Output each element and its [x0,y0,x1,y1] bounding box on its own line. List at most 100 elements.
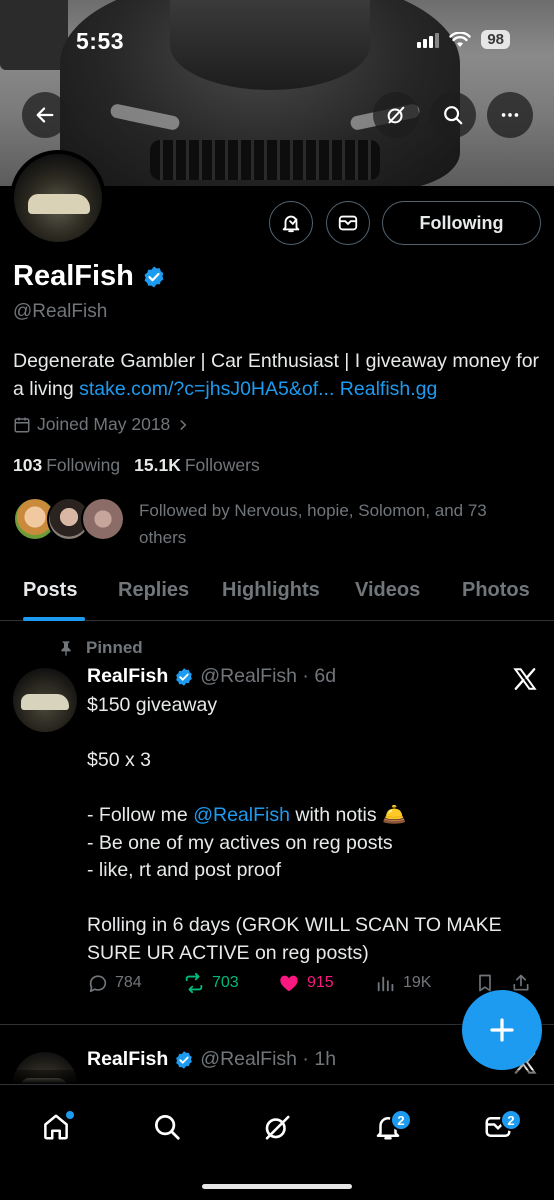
profile-name: RealFish [13,260,166,293]
tweet-mention[interactable]: @RealFish [193,804,290,826]
tweet-line: $150 giveaway [87,694,218,716]
grok-button[interactable] [373,92,419,138]
pin-icon [61,641,71,656]
view-count: 19K [403,974,432,991]
tweet-handle-time: @RealFish · 1h [200,1048,337,1070]
repost-icon [185,972,203,994]
tab-replies[interactable]: Replies [118,579,189,602]
nav-grok[interactable] [249,1099,305,1155]
cellular-signal-icon [417,32,440,48]
profile-bio: Degenerate Gambler | Car Enthusiast | I … [13,347,548,403]
profile-name-text: RealFish [13,260,134,292]
x-logo-icon[interactable] [512,666,538,692]
tweet-header: RealFish @RealFish · 1h [87,1048,336,1071]
followers-count-link[interactable]: 15.1K Followers [134,455,260,476]
tweet-handle-time: @RealFish · 6d [200,665,337,687]
tweet-line: with notis 🛎️ [289,804,407,826]
profile-avatar[interactable] [10,150,106,246]
tab-videos[interactable]: Videos [355,579,420,602]
followers-count: 15.1K [134,455,181,475]
views-button[interactable]: 19K [375,972,475,994]
notification-subscribe-button[interactable] [269,201,313,245]
share-button[interactable] [511,972,531,994]
grok-icon [265,1115,290,1140]
share-icon [513,974,529,991]
plus-icon [490,1018,514,1042]
arrow-left-icon [36,107,54,123]
search-button[interactable] [430,92,476,138]
grok-icon [387,106,405,124]
tweet-author-name[interactable]: RealFish [87,1048,168,1071]
profile-handle: @RealFish [13,301,108,322]
like-count: 915 [307,974,334,991]
following-button[interactable]: Following [382,201,541,245]
messages-badge: 2 [500,1109,522,1131]
like-button[interactable]: 915 [277,972,375,994]
nav-search[interactable] [139,1099,195,1155]
tweet-line: - Be one of my actives on reg posts [87,831,393,854]
tweet-body[interactable]: $150 giveaway $50 x 3 - Follow me @RealF… [87,692,537,967]
chevron-right-icon [180,419,187,430]
profile-tabs: Posts Replies Highlights Videos Photos [0,563,554,621]
followers-label: Followers [184,455,260,475]
reply-count: 784 [115,974,142,991]
tweet-line: $50 x 3 [87,749,151,771]
verified-badge-icon [176,667,193,686]
following-count-link[interactable]: 103 Following [13,455,120,476]
bell-plus-icon [282,215,300,233]
tab-posts[interactable]: Posts [23,579,77,602]
nav-home[interactable] [28,1099,84,1155]
bio-link-website[interactable]: Realfish.gg [340,378,438,400]
pinned-label: Pinned [58,638,143,658]
banner-car-grille [150,140,380,180]
tweet-avatar[interactable] [13,668,77,732]
envelope-icon [338,215,358,231]
following-label: Following [46,455,121,475]
tweet-line: - Follow me [87,804,194,826]
status-icons: 98 [417,30,510,49]
following-count: 103 [13,455,43,475]
tweet-line: Rolling in 6 days (GROK WILL SCAN TO MAK… [87,914,502,964]
bio-link-stake[interactable]: stake.com/?c=jhsJ0HA5&of... [79,378,334,400]
reply-button[interactable]: 784 [87,972,182,994]
message-button[interactable] [326,201,370,245]
home-indicator[interactable] [202,1184,352,1189]
verified-badge-icon [176,1050,193,1069]
status-time: 5:53 [76,28,125,54]
search-icon [155,1115,180,1140]
verified-badge-icon [144,266,164,287]
followed-by-section[interactable]: Followed by Nervous, hopie, Solomon, and… [13,497,529,551]
views-chart-icon [377,976,394,992]
tweet-author-name[interactable]: RealFish [87,665,168,688]
more-horizontal-icon [501,113,519,117]
search-icon [444,106,463,125]
tab-photos[interactable]: Photos [462,579,530,602]
compose-post-button[interactable] [462,990,542,1070]
home-new-dot [66,1111,74,1119]
avatar-car-image [21,694,69,710]
nav-messages[interactable]: 2 [470,1099,526,1155]
repost-count: 703 [212,974,239,991]
nav-notifications[interactable]: 2 [360,1099,416,1155]
tweet-header: RealFish @RealFish · 6d [87,665,336,688]
battery-indicator: 98 [481,30,510,49]
heart-filled-icon [280,975,298,992]
joined-date[interactable]: Joined May 2018 [13,414,190,435]
tab-highlights[interactable]: Highlights [222,579,320,602]
more-options-button[interactable] [487,92,533,138]
tweet-line: - like, rt and post proof [87,859,282,881]
notifications-badge: 2 [390,1109,412,1131]
tweet-actions: 784 703 915 19K [87,972,543,994]
calendar-icon [14,417,30,432]
banner-bin [0,0,68,70]
pinned-text: Pinned [86,638,143,657]
active-tab-indicator [23,617,85,621]
follow-counts: 103 Following 15.1K Followers [13,455,260,476]
reply-icon [89,975,107,993]
repost-button[interactable]: 703 [182,972,277,994]
content-fade [0,1070,554,1084]
banner-car-hood [170,0,370,90]
bottom-navigation: 2 2 [0,1084,554,1200]
follower-avatar [81,497,125,541]
back-button[interactable] [22,92,68,138]
